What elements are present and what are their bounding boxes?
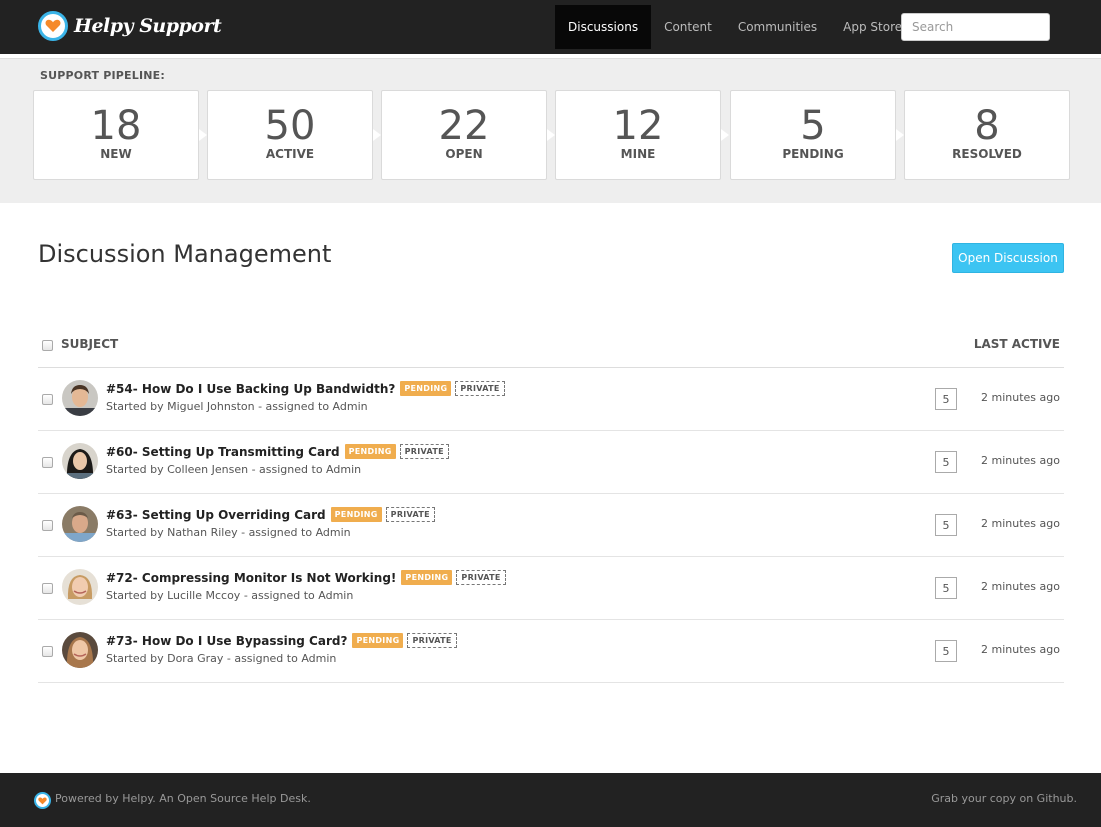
- pipeline-mine[interactable]: 12 MINE: [555, 90, 729, 180]
- started-by: Started by Dora Gray - assigned to Admin: [106, 652, 337, 665]
- pipeline-arrow: [896, 129, 904, 141]
- table-row: #54- How Do I Use Backing Up Bandwidth? …: [38, 368, 1064, 431]
- private-badge: PRIVATE: [455, 381, 505, 396]
- pipeline-label: SUPPORT PIPELINE:: [40, 69, 165, 82]
- pipeline-name: MINE: [620, 147, 656, 161]
- reply-count: 5: [935, 388, 957, 410]
- pipeline-open[interactable]: 22 OPEN: [381, 90, 555, 180]
- started-by: Started by Lucille Mccoy - assigned to A…: [106, 589, 354, 602]
- pipeline-name: ACTIVE: [265, 147, 315, 161]
- private-badge: PRIVATE: [407, 633, 457, 648]
- powered-by-text: Powered by Helpy. An Open Source Help De…: [55, 792, 311, 805]
- column-subject: SUBJECT: [61, 337, 119, 351]
- nav-discussions[interactable]: Discussions: [555, 5, 652, 49]
- avatar: [62, 380, 98, 416]
- private-badge: PRIVATE: [456, 570, 506, 585]
- pipeline-count: 5: [800, 103, 826, 149]
- subject-line: #73- How Do I Use Bypassing Card? PENDIN…: [106, 633, 457, 648]
- last-active: 2 minutes ago: [981, 391, 1060, 404]
- reply-count: 5: [935, 640, 957, 662]
- row-checkbox[interactable]: [42, 646, 53, 657]
- status-badge: PENDING: [344, 444, 396, 459]
- row-checkbox[interactable]: [42, 583, 53, 594]
- last-active: 2 minutes ago: [981, 643, 1060, 656]
- status-badge: PENDING: [330, 507, 382, 522]
- table-row: #60- Setting Up Transmitting Card PENDIN…: [38, 431, 1064, 494]
- discussion-subject-link[interactable]: #54- How Do I Use Backing Up Bandwidth?: [106, 382, 395, 396]
- started-by: Started by Colleen Jensen - assigned to …: [106, 463, 362, 476]
- pipeline-count: 18: [90, 103, 142, 149]
- table-row: #72- Compressing Monitor Is Not Working!…: [38, 557, 1064, 620]
- status-badge: PENDING: [401, 570, 453, 585]
- discussion-subject-link[interactable]: #73- How Do I Use Bypassing Card?: [106, 634, 347, 648]
- pipeline-active[interactable]: 50 ACTIVE: [207, 90, 381, 180]
- avatar: [62, 506, 98, 542]
- last-active: 2 minutes ago: [981, 580, 1060, 593]
- page-title: Discussion Management: [38, 240, 332, 268]
- row-checkbox[interactable]: [42, 394, 53, 405]
- private-badge: PRIVATE: [399, 444, 449, 459]
- main-nav: Discussions Content Communities App Stor…: [555, 5, 915, 49]
- last-active: 2 minutes ago: [981, 454, 1060, 467]
- github-link[interactable]: Grab your copy on Github.: [931, 792, 1077, 805]
- pipeline-count: 50: [264, 103, 316, 149]
- subject-line: #63- Setting Up Overriding Card PENDING …: [106, 507, 435, 522]
- status-badge: PENDING: [400, 381, 452, 396]
- discussion-subject-link[interactable]: #60- Setting Up Transmitting Card: [106, 445, 340, 459]
- pipeline-name: OPEN: [445, 147, 483, 161]
- status-badge: PENDING: [352, 633, 404, 648]
- column-last-active: LAST ACTIVE: [973, 337, 1060, 351]
- pipeline-resolved[interactable]: 8 RESOLVED: [904, 90, 1070, 180]
- pipeline-pending[interactable]: 5 PENDING: [730, 90, 904, 180]
- pipeline-name: PENDING: [782, 147, 844, 161]
- pipeline-count: 12: [612, 103, 664, 149]
- nav-communities[interactable]: Communities: [725, 5, 830, 49]
- heart-logo-icon: [34, 792, 51, 809]
- avatar: [62, 569, 98, 605]
- pipeline-name: RESOLVED: [952, 147, 1022, 161]
- pipeline-arrow: [373, 129, 381, 141]
- pipeline-name: NEW: [100, 147, 132, 161]
- started-by: Started by Nathan Riley - assigned to Ad…: [106, 526, 351, 539]
- open-discussion-button[interactable]: Open Discussion: [952, 243, 1064, 273]
- top-navbar: Helpy Support Discussions Content Commun…: [0, 0, 1101, 54]
- reply-count: 5: [935, 451, 957, 473]
- search-input[interactable]: [901, 13, 1050, 41]
- select-all-checkbox[interactable]: [42, 340, 53, 351]
- subject-line: #54- How Do I Use Backing Up Bandwidth? …: [106, 381, 505, 396]
- reply-count: 5: [935, 514, 957, 536]
- pipeline-new[interactable]: 18 NEW: [33, 90, 207, 180]
- footer: Powered by Helpy. An Open Source Help De…: [0, 773, 1101, 827]
- pipeline-count: 8: [974, 103, 1000, 149]
- pipeline-arrow: [547, 129, 555, 141]
- heart-logo-icon: [38, 11, 68, 41]
- pipeline-count: 22: [438, 103, 490, 149]
- table-row: #73- How Do I Use Bypassing Card? PENDIN…: [38, 620, 1064, 683]
- brand-name: Helpy Support: [74, 15, 222, 37]
- nav-content[interactable]: Content: [651, 5, 725, 49]
- private-badge: PRIVATE: [385, 507, 435, 522]
- subject-line: #60- Setting Up Transmitting Card PENDIN…: [106, 444, 449, 459]
- table-header: SUBJECT LAST ACTIVE: [38, 330, 1064, 368]
- row-checkbox[interactable]: [42, 457, 53, 468]
- subject-line: #72- Compressing Monitor Is Not Working!…: [106, 570, 506, 585]
- started-by: Started by Miguel Johnston - assigned to…: [106, 400, 368, 413]
- reply-count: 5: [935, 577, 957, 599]
- discussion-subject-link[interactable]: #63- Setting Up Overriding Card: [106, 508, 326, 522]
- pipeline-arrow: [199, 129, 207, 141]
- pipeline-arrow: [721, 129, 729, 141]
- avatar: [62, 443, 98, 479]
- avatar: [62, 632, 98, 668]
- last-active: 2 minutes ago: [981, 517, 1060, 530]
- discussion-subject-link[interactable]: #72- Compressing Monitor Is Not Working!: [106, 571, 396, 585]
- brand-logo[interactable]: Helpy Support: [38, 10, 222, 42]
- row-checkbox[interactable]: [42, 520, 53, 531]
- support-pipeline: SUPPORT PIPELINE: 18 NEW 50 ACTIVE 22 OP…: [0, 58, 1101, 203]
- table-row: #63- Setting Up Overriding Card PENDING …: [38, 494, 1064, 557]
